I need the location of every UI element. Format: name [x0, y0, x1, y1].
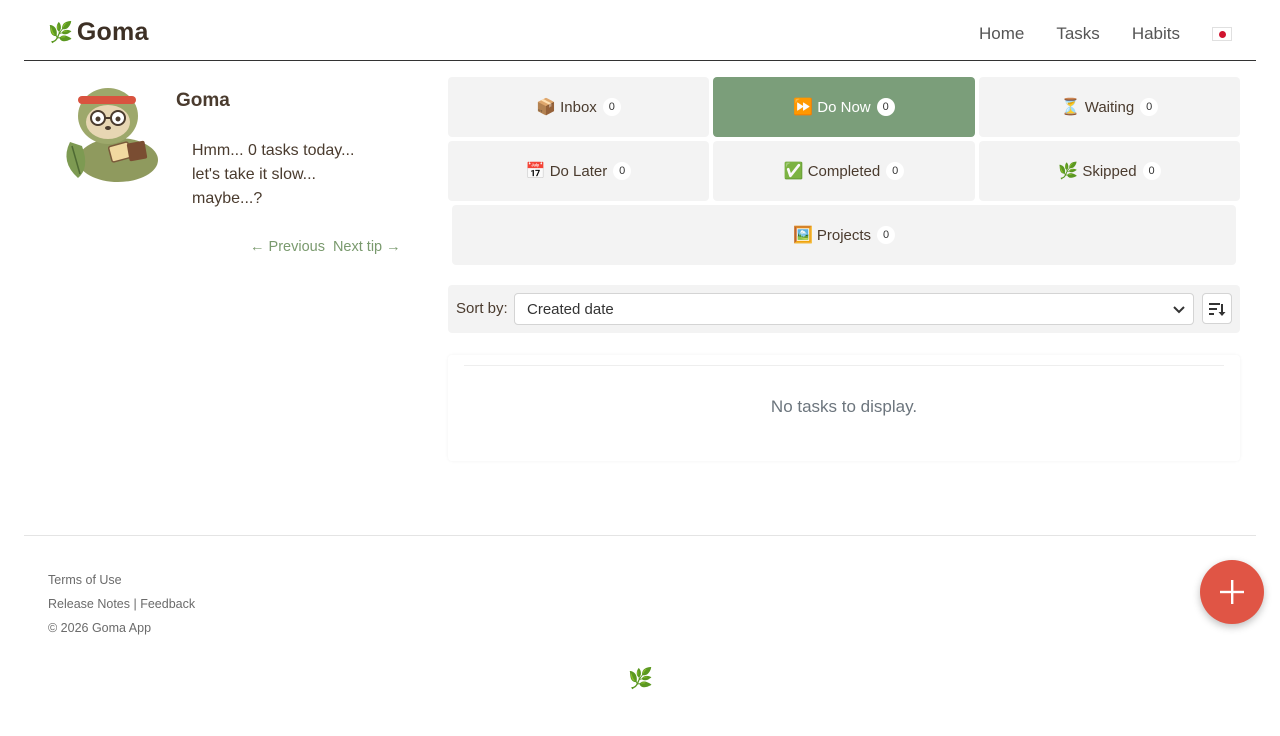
tab-projects[interactable]: 🖼️ Projects 0	[452, 205, 1236, 265]
tab-label: Do Later	[549, 162, 608, 180]
sort-bar: Sort by: Created date	[448, 285, 1240, 333]
tab-label: Projects	[816, 226, 872, 244]
count-badge: 0	[877, 226, 896, 244]
leaf-icon: 🌿	[48, 21, 73, 44]
framed-picture-icon: 🖼️	[792, 227, 813, 244]
footer-divider	[24, 535, 1256, 536]
tip-line: Hmm... 0 tasks today...	[192, 142, 355, 159]
chevron-down-icon	[1173, 306, 1185, 314]
count-badge: 0	[602, 98, 621, 116]
footer-separator: |	[133, 597, 137, 611]
tab-waiting[interactable]: ⏳ Waiting 0	[979, 77, 1240, 137]
tab-inbox[interactable]: 📦 Inbox 0	[448, 77, 709, 137]
check-mark-icon: ✅	[783, 163, 804, 180]
release-notes-link[interactable]: Release Notes	[48, 597, 130, 611]
sort-label: Sort by:	[456, 300, 508, 317]
calendar-icon: 📅	[525, 163, 546, 180]
tab-completed[interactable]: ✅ Completed 0	[713, 141, 975, 201]
tab-label: Inbox	[560, 98, 597, 116]
brand-logo[interactable]: 🌿 Goma	[48, 18, 149, 47]
header: 🌿 Goma Home Tasks Habits	[24, 0, 1256, 61]
copyright-text: © 2026 Goma App	[48, 621, 152, 635]
count-badge: 0	[1140, 98, 1159, 116]
tip-navigation: ← Previous Next tip →	[250, 239, 401, 255]
previous-tip-button[interactable]: ← Previous	[250, 239, 325, 255]
leaf-icon: 🌿	[628, 668, 653, 690]
plus-icon	[1220, 580, 1244, 604]
tip-author-name: Goma	[176, 90, 230, 111]
count-badge: 0	[876, 98, 895, 116]
sort-selected-value: Created date	[527, 301, 614, 318]
tab-label: Completed	[807, 162, 881, 180]
japan-flag-icon[interactable]	[1212, 27, 1232, 41]
sloth-mascot-image	[66, 88, 158, 182]
hourglass-icon: ⏳	[1060, 99, 1081, 116]
fast-forward-icon: ⏩	[793, 99, 814, 116]
sort-select[interactable]: Created date	[514, 293, 1194, 325]
count-badge: 0	[886, 162, 905, 180]
tab-skipped[interactable]: 🌿 Skipped 0	[979, 141, 1240, 201]
sort-direction-button[interactable]	[1202, 293, 1232, 324]
package-icon: 📦	[536, 99, 557, 116]
nav-tasks[interactable]: Tasks	[1056, 24, 1099, 44]
tab-label: Do Now	[817, 98, 871, 116]
leaf-icon: 🌿	[1058, 163, 1079, 180]
tip-line: maybe...?	[192, 190, 263, 207]
count-badge: 0	[613, 162, 632, 180]
nav-habits[interactable]: Habits	[1132, 24, 1180, 44]
divider	[464, 365, 1224, 366]
tip-message: Hmm... 0 tasks today... let's take it sl…	[192, 139, 412, 211]
empty-state-message: No tasks to display.	[770, 397, 918, 416]
tab-label: Waiting	[1084, 98, 1135, 116]
tip-line: let's take it slow...	[192, 166, 316, 183]
nav-home[interactable]: Home	[979, 24, 1024, 44]
tab-label: Skipped	[1082, 162, 1137, 180]
sort-descending-icon	[1209, 302, 1226, 316]
feedback-link[interactable]: Feedback	[140, 597, 195, 611]
tab-do-later[interactable]: 📅 Do Later 0	[448, 141, 709, 201]
brand-name: Goma	[76, 18, 149, 46]
add-task-button[interactable]	[1200, 560, 1264, 624]
task-list: No tasks to display.	[448, 355, 1240, 461]
next-tip-button[interactable]: Next tip →	[333, 239, 401, 255]
terms-of-use-link[interactable]: Terms of Use	[48, 573, 122, 587]
count-badge: 0	[1142, 162, 1161, 180]
tab-do-now[interactable]: ⏩ Do Now 0	[713, 77, 975, 137]
main-nav: Home Tasks Habits	[947, 24, 1232, 44]
footer: Terms of Use Release Notes | Feedback © …	[48, 568, 195, 640]
